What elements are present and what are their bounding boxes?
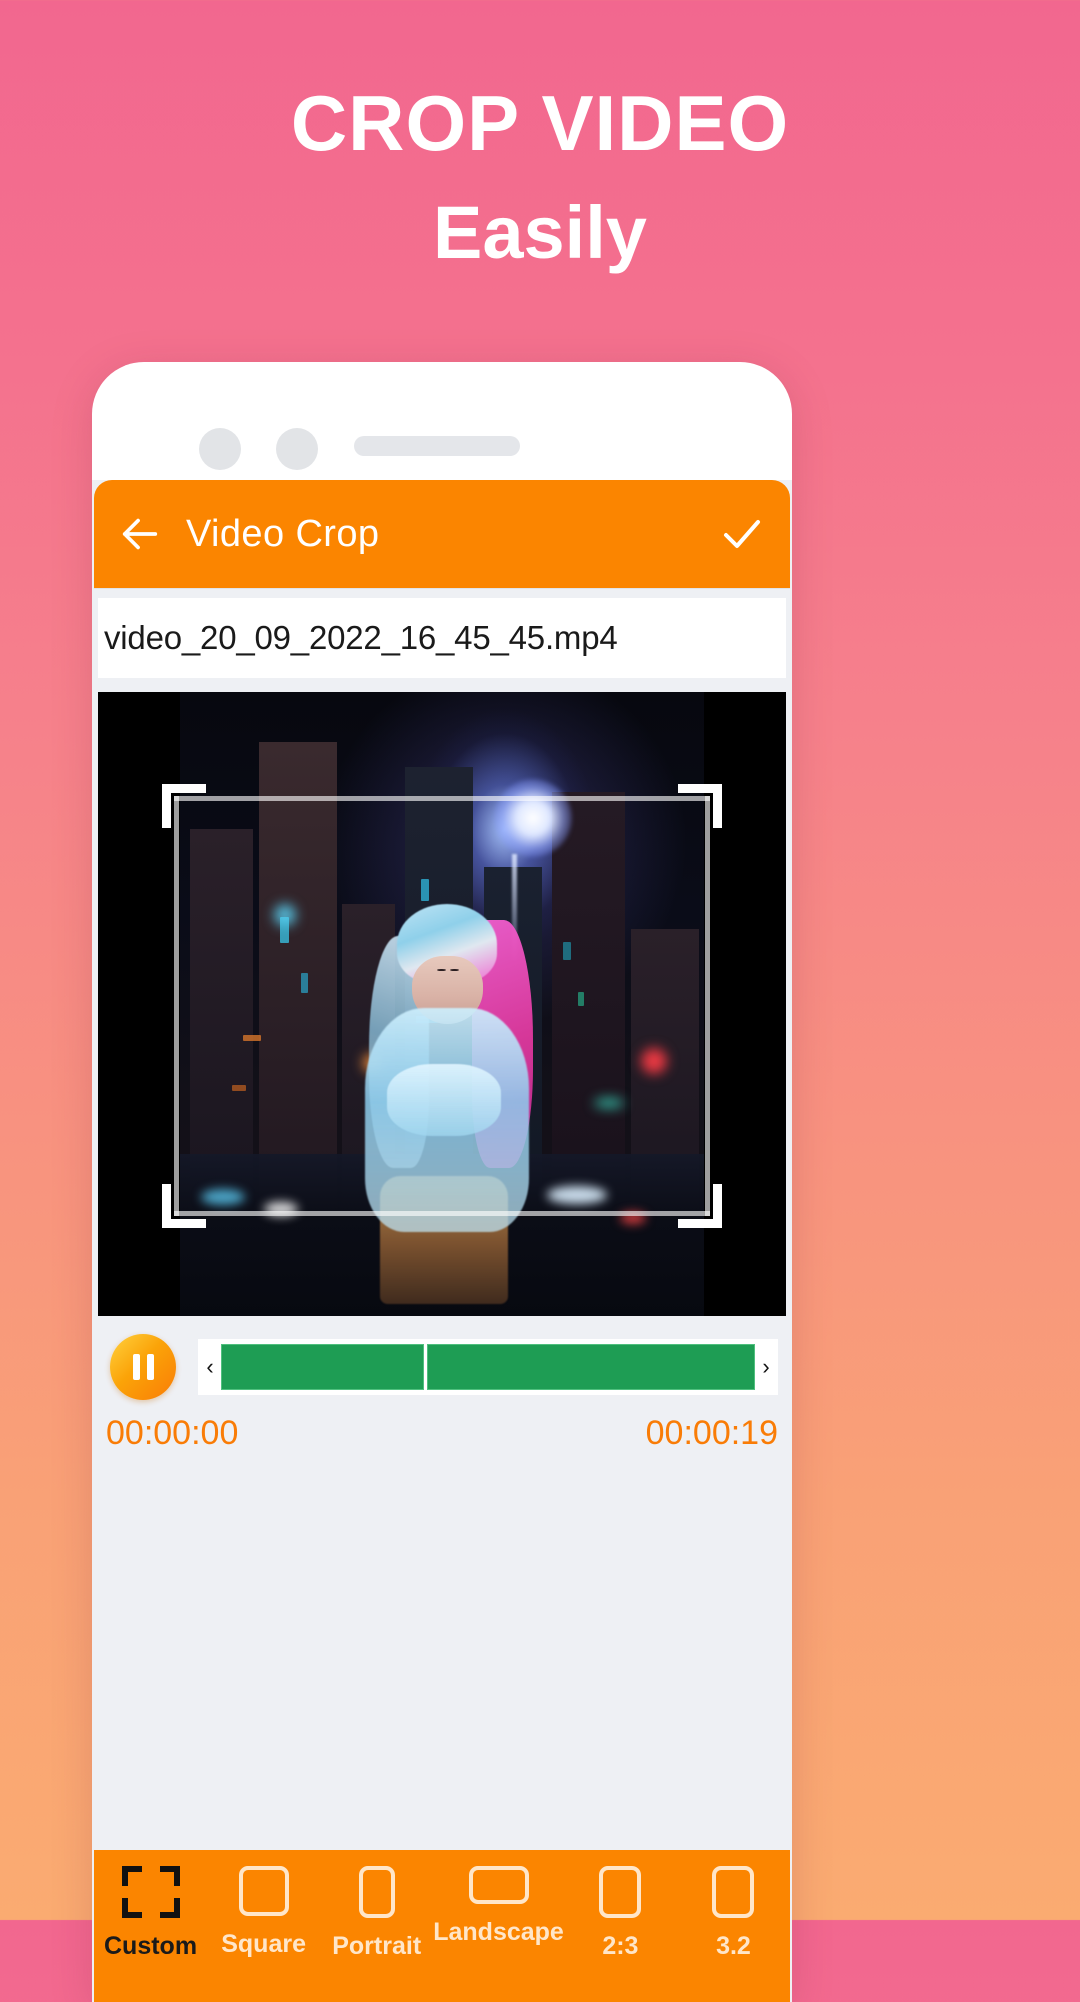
timeline-segment[interactable] xyxy=(426,1344,755,1390)
car-light xyxy=(200,1189,245,1206)
aspect-option-3-2[interactable]: 3.2 xyxy=(677,1866,790,1961)
landscape-icon xyxy=(468,1866,529,1904)
portrait-icon xyxy=(358,1866,395,1918)
aspect-label: 2:3 xyxy=(602,1932,639,1960)
letterbox-bar-left xyxy=(98,692,180,1316)
total-time-label: 00:00:19 xyxy=(645,1414,778,1452)
promo-subtitle: Easily xyxy=(433,191,647,275)
aspect-label: Square xyxy=(221,1930,306,1958)
timeline-prev-arrow[interactable]: ‹ xyxy=(199,1356,221,1378)
light-glow xyxy=(593,1097,624,1108)
eye xyxy=(450,968,460,972)
aspect-label: Portrait xyxy=(332,1932,422,1960)
video-preview-wrap xyxy=(92,678,792,1316)
check-icon xyxy=(724,520,760,548)
playback-row: ‹ › xyxy=(92,1316,792,1400)
pause-button[interactable] xyxy=(110,1334,176,1400)
window-light xyxy=(232,1085,247,1092)
window-light xyxy=(578,991,585,1006)
pause-icon xyxy=(132,1354,154,1380)
promo-title: CROP VIDEO xyxy=(290,79,790,167)
crop-corners-icon xyxy=(121,1866,180,1918)
car-light xyxy=(546,1186,607,1205)
current-time-label: 00:00:00 xyxy=(106,1414,239,1452)
app-bar: Video Crop xyxy=(94,480,790,588)
arms xyxy=(386,1063,501,1136)
square-icon xyxy=(238,1866,289,1916)
car-light xyxy=(263,1202,298,1217)
timeline-segment[interactable] xyxy=(221,1344,424,1390)
window-light xyxy=(562,941,571,960)
car-light xyxy=(620,1212,647,1225)
aspect-option-2-3[interactable]: 2:3 xyxy=(564,1866,677,1961)
proximity-sensor-icon xyxy=(276,428,318,470)
aspect-option-square[interactable]: Square xyxy=(207,1866,320,1959)
time-row: 00:00:00 00:00:19 xyxy=(92,1400,792,1453)
filename-field[interactable]: video_20_09_2022_16_45_45.mp4 xyxy=(98,598,786,678)
earpiece-speaker xyxy=(354,436,520,456)
eye xyxy=(437,968,447,972)
aspect-label: Custom xyxy=(104,1932,198,1960)
light-glow xyxy=(641,1047,668,1074)
filename-row: video_20_09_2022_16_45_45.mp4 xyxy=(92,588,792,678)
person-subject xyxy=(358,904,536,1304)
back-button[interactable] xyxy=(94,511,186,557)
aspect-ratio-bar: Custom Square Portrait Landscape 2:3 3.2 xyxy=(94,1850,790,2002)
confirm-crop-button[interactable] xyxy=(694,510,790,558)
window-light xyxy=(421,879,430,902)
video-preview[interactable] xyxy=(98,692,786,1316)
aspect-label: 3.2 xyxy=(716,1932,751,1960)
ratio-3-2-icon xyxy=(712,1866,755,1918)
aspect-option-landscape[interactable]: Landscape xyxy=(433,1866,564,1947)
app-bar-title: Video Crop xyxy=(186,512,380,555)
aspect-label: Landscape xyxy=(433,1918,564,1946)
timeline-track[interactable] xyxy=(221,1344,755,1390)
front-camera-icon xyxy=(199,428,241,470)
phone-sensor-row xyxy=(92,418,792,478)
arrow-left-icon xyxy=(122,518,158,550)
aspect-option-custom[interactable]: Custom xyxy=(94,1866,207,1961)
app-screen: Video Crop video_20_09_2022_16_45_45.mp4 xyxy=(92,480,792,2002)
timeline-next-arrow[interactable]: › xyxy=(755,1356,777,1378)
window-light xyxy=(242,1035,261,1042)
letterbox-bar-right xyxy=(704,692,786,1316)
promo-heading-block: CROP VIDEO Easily xyxy=(0,79,1080,278)
video-timeline[interactable]: ‹ › xyxy=(198,1339,778,1395)
video-frame-content xyxy=(180,692,704,1316)
phone-mockup: Video Crop video_20_09_2022_16_45_45.mp4 xyxy=(92,362,792,2002)
window-light xyxy=(300,972,308,993)
aspect-option-portrait[interactable]: Portrait xyxy=(320,1866,433,1961)
ratio-2-3-icon xyxy=(599,1866,642,1918)
